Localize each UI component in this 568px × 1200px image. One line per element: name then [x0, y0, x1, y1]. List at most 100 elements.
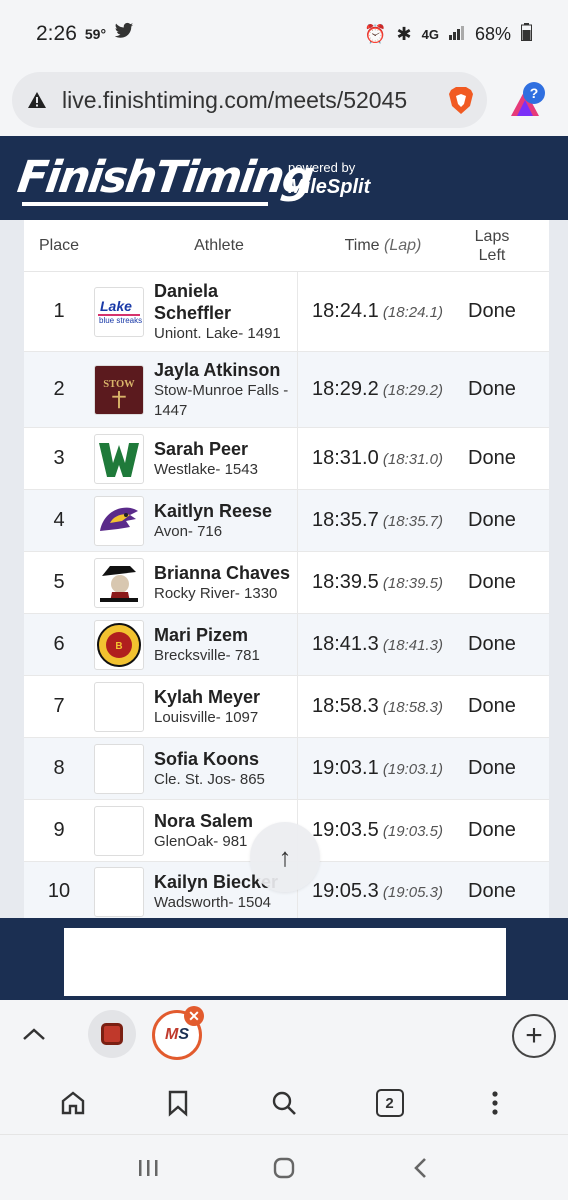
laps-left-cell: Done: [468, 757, 516, 779]
place-cell: 10: [47, 880, 71, 902]
laps-left-cell: Done: [468, 633, 516, 655]
brecksville-logo: B: [94, 619, 144, 670]
finishtiming-logo[interactable]: FinishTiming: [14, 152, 315, 203]
place-cell: 3: [53, 447, 65, 469]
place-cell: 6: [53, 633, 65, 655]
athlete-cell: Sarah Peer Westlake- 1543: [154, 428, 298, 489]
tab-strip: MS ✕ +: [0, 1000, 568, 1072]
blank-logo: [94, 866, 144, 917]
table-header: Place Athlete Time (Lap) Laps Left: [24, 220, 549, 272]
table-row[interactable]: 8 Sofia Koons Cle. St. Jos- 865 19:03.1 (19…: [24, 738, 549, 800]
athlete-name[interactable]: Sofia Koons: [154, 748, 297, 770]
athlete-cell: Kylah Meyer Louisville- 1097: [154, 676, 298, 737]
ad-banner[interactable]: [64, 928, 506, 996]
header-laps-left: Laps Left: [452, 227, 532, 265]
not-secure-warning-icon[interactable]: [26, 89, 48, 111]
header-athlete: Athlete: [194, 236, 244, 254]
table-row[interactable]: 2 STOW Jayla Atkinson Stow-Munroe Falls - 1…: [24, 352, 549, 428]
time-cell: 18:24.1 (18:24.1): [298, 300, 468, 323]
tabs-button[interactable]: 2: [370, 1083, 410, 1123]
more-options-icon[interactable]: [475, 1083, 515, 1123]
team-logo-cell: Lake blue streaks: [94, 286, 154, 337]
place-cell: 5: [53, 571, 65, 593]
athlete-team: Louisville- 1097: [154, 708, 259, 726]
athlete-name[interactable]: Kaitlyn Reese: [154, 500, 297, 522]
team-logo-cell: [94, 433, 154, 484]
table-row[interactable]: 4 Kaitlyn Reese Avon- 716 18:35.7 (18:35.7)…: [24, 490, 549, 552]
url-text[interactable]: live.finishtiming.com/meets/52045: [62, 87, 432, 114]
finish-time: 18:29.2: [312, 378, 379, 400]
clock: 2:26: [36, 22, 77, 45]
athlete-name[interactable]: Daniela Scheffler: [154, 280, 297, 324]
team-logo-cell: STOW: [94, 364, 154, 415]
header-lap-label: (Lap): [384, 236, 422, 254]
search-icon[interactable]: [264, 1083, 304, 1123]
twitter-icon: [114, 22, 134, 46]
header-laps-label: Laps: [474, 227, 510, 245]
table-row[interactable]: 7 Kylah Meyer Louisville- 1097 18:58.3 (18:…: [24, 676, 549, 738]
laps-left-cell: Done: [468, 509, 516, 531]
blank-logo: [94, 805, 144, 856]
battery-icon: [521, 22, 532, 46]
athlete-cell: Jayla Atkinson Stow-Munroe Falls - 1447: [154, 352, 298, 427]
close-tab-icon[interactable]: ✕: [184, 1006, 204, 1026]
table-row[interactable]: 3 Sarah Peer Westlake- 1543 18:31.0 (18:31.…: [24, 428, 549, 490]
team-logo-cell: [94, 495, 154, 546]
athlete-name[interactable]: Sarah Peer: [154, 438, 297, 460]
site-header: FinishTiming powered by MileSplit: [0, 136, 568, 220]
place-cell: 7: [53, 695, 65, 717]
blank-logo: [94, 681, 144, 732]
chevron-up-icon[interactable]: [20, 1020, 48, 1048]
stow-logo: STOW: [94, 364, 144, 415]
athlete-team: Westlake- 1543: [154, 460, 258, 478]
new-tab-plus-icon[interactable]: +: [512, 1014, 556, 1058]
table-row[interactable]: 1 Lake blue streaks Daniela Scheffler Uniont…: [24, 272, 549, 352]
blank-logo: [94, 743, 144, 794]
logo-underline: [22, 202, 268, 206]
back-icon[interactable]: [400, 1148, 440, 1188]
site-footer: [0, 918, 568, 1000]
time-cell: 19:05.3 (19:05.3): [298, 880, 468, 903]
address-bar[interactable]: live.finishtiming.com/meets/52045: [12, 72, 487, 128]
laps-left-cell: Done: [468, 300, 516, 322]
header-time: Time (Lap): [284, 237, 452, 255]
finish-time: 18:24.1: [312, 300, 379, 322]
athlete-name[interactable]: Kylah Meyer: [154, 686, 297, 708]
lap-time: (18:58.3): [378, 699, 443, 716]
rewards-triangle-icon[interactable]: ?: [505, 78, 549, 122]
westlake-logo: [94, 433, 144, 484]
athlete-team: Avon- 716: [154, 522, 223, 540]
finish-time: 19:03.1: [312, 757, 379, 779]
athlete-cell: Brianna Chaves Rocky River- 1330: [154, 552, 298, 613]
athlete-name[interactable]: Jayla Atkinson: [154, 359, 297, 381]
scroll-to-top-button[interactable]: ↑: [250, 822, 320, 892]
laps-left-cell: Done: [468, 695, 516, 717]
table-row[interactable]: 5 Brianna Chaves Rocky River- 1330 18:39.5 …: [24, 552, 549, 614]
place-cell: 8: [53, 757, 65, 779]
recent-apps-icon[interactable]: [128, 1148, 168, 1188]
milesplit-logo[interactable]: MileSplit: [288, 176, 370, 199]
results-table: Place Athlete Time (Lap) Laps Left 1 Lake b…: [24, 220, 549, 918]
svg-text:Lake: Lake: [100, 298, 132, 314]
lap-time: (18:39.5): [378, 575, 443, 592]
table-row[interactable]: 6 B Mari Pizem Brecksville- 781 18:41.3 (18:…: [24, 614, 549, 676]
bookmark-icon[interactable]: [158, 1083, 198, 1123]
svg-text:?: ?: [530, 85, 539, 101]
tabs-count: 2: [375, 1089, 404, 1117]
laps-left-cell: Done: [468, 447, 516, 469]
bottom-toolbar: 2: [0, 1072, 568, 1134]
place-cell: 1: [53, 300, 65, 322]
time-cell: 18:29.2 (18:29.2): [298, 378, 468, 401]
svg-text:B: B: [115, 641, 122, 652]
laps-left-cell: Done: [468, 378, 516, 400]
home-nav-icon[interactable]: [264, 1148, 304, 1188]
home-icon[interactable]: [53, 1083, 93, 1123]
athlete-team: Cle. St. Jos- 865: [154, 770, 265, 788]
athlete-name[interactable]: Brianna Chaves: [154, 562, 297, 584]
tab-thumbnail-1[interactable]: [88, 1010, 136, 1058]
laps-left-cell: Done: [468, 571, 516, 593]
athlete-name[interactable]: Mari Pizem: [154, 624, 297, 646]
brave-shields-icon[interactable]: [445, 84, 477, 116]
lake-blue-streaks-logo: Lake blue streaks: [94, 286, 144, 337]
alarm-icon: ⏰: [364, 23, 387, 44]
